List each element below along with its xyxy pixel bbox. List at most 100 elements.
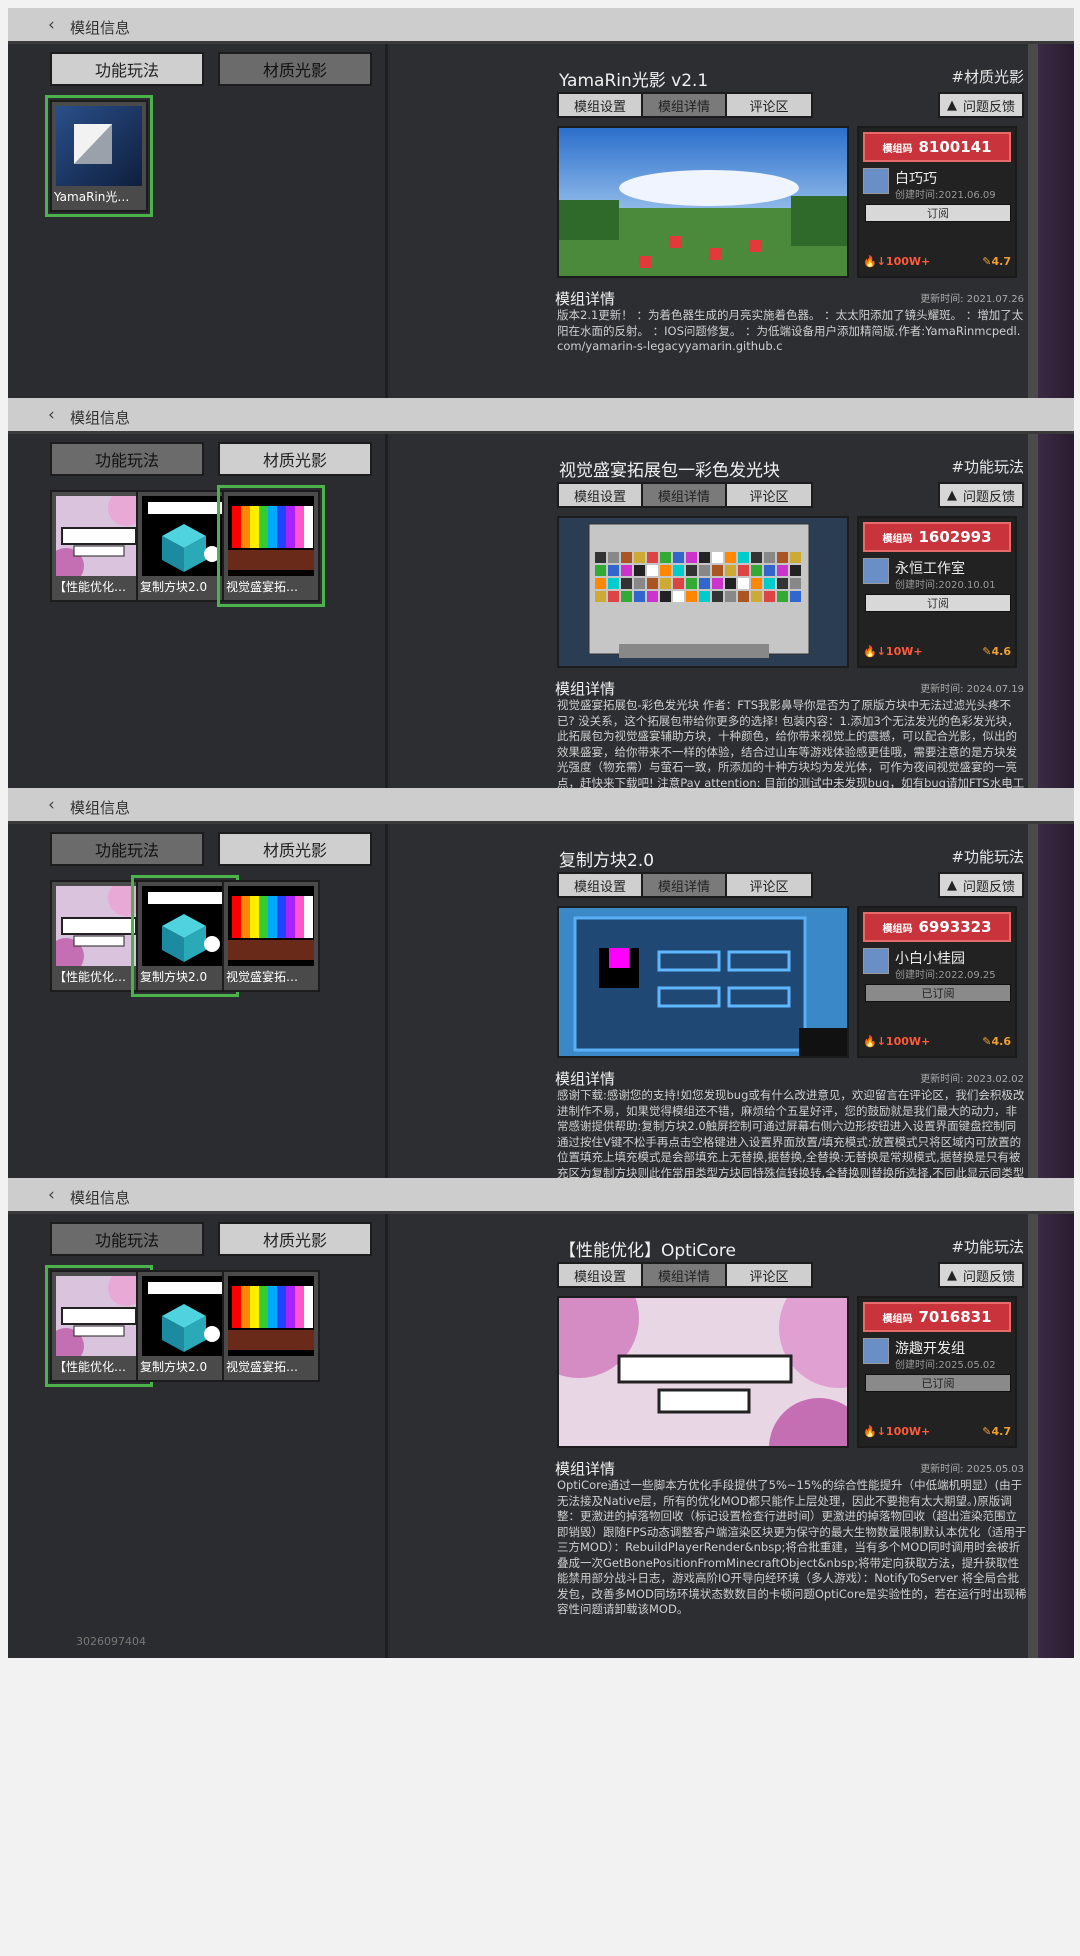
popularity-value: 100W+: [885, 1425, 931, 1438]
back-icon[interactable]: ‹: [48, 795, 55, 815]
mod-code-badge[interactable]: 模组码 6993323: [863, 912, 1011, 942]
tab-shaders[interactable]: 材质光影: [218, 1222, 372, 1256]
warning-icon: ▲: [946, 487, 957, 503]
subscribe-button[interactable]: 已订阅: [865, 1374, 1011, 1392]
popularity-value: 100W+: [885, 255, 931, 268]
author-name: 小白小桂园: [895, 951, 965, 967]
mod-card-label: 复制方块2.0: [140, 1360, 208, 1374]
warning-icon: ▲: [946, 877, 957, 893]
tab-settings[interactable]: 模组设置: [559, 484, 643, 506]
warning-icon: ▲: [946, 97, 957, 113]
mod-card[interactable]: 视觉盛宴拓…: [222, 880, 320, 992]
mod-title: YamaRin光影 v2.1: [559, 71, 709, 91]
rating-value: 4.6: [991, 1035, 1012, 1048]
mod-code: 8100141: [918, 138, 992, 156]
mod-thumbnail: [142, 496, 228, 576]
created-time: 创建时间:2022.09.25: [895, 970, 996, 981]
mod-card-label: 视觉盛宴拓…: [226, 970, 299, 984]
tab-gameplay[interactable]: 功能玩法: [50, 1222, 204, 1256]
mod-card[interactable]: 视觉盛宴拓…: [217, 485, 325, 607]
mod-thumbnail: [228, 886, 314, 966]
mod-code: 7016831: [918, 1308, 992, 1326]
tab-shaders[interactable]: 材质光影: [218, 832, 372, 866]
detail-tabs: 模组设置 模组详情 评论区: [557, 1262, 813, 1288]
mod-card[interactable]: 复制方块2.0: [136, 490, 234, 602]
updated-time: 更新时间: 2024.07.19: [920, 684, 1024, 695]
mod-card[interactable]: 视觉盛宴拓…: [222, 1270, 320, 1382]
mod-card[interactable]: 【性能优化…: [45, 1265, 153, 1387]
back-icon[interactable]: ‹: [48, 15, 55, 35]
mod-card[interactable]: 复制方块2.0: [136, 1270, 234, 1382]
tab-comments[interactable]: 评论区: [727, 1264, 811, 1286]
feedback-label: 问题反馈: [962, 1269, 1015, 1285]
tab-shaders[interactable]: 材质光影: [218, 52, 372, 86]
mod-code-badge[interactable]: 模组码 7016831: [863, 1302, 1011, 1332]
fire-icon: 🔥↓: [863, 1035, 886, 1048]
fire-icon: 🔥↓: [863, 1425, 886, 1438]
mod-category: #功能玩法: [951, 848, 1024, 866]
author-name: 白巧巧: [895, 171, 937, 187]
mod-list-pane: 功能玩法 材质光影 【性能优化… 复制方块2.0 视觉盛宴拓… 30260974…: [8, 1214, 388, 1658]
updated-time: 更新时间: 2023.02.02: [920, 1074, 1024, 1085]
mod-title: 【性能优化】OptiCore: [559, 1241, 736, 1261]
mod-detail-pane: 【性能优化】OptiCore #功能玩法 模组设置 模组详情 评论区 ▲ 问题反馈 模…: [391, 1214, 1074, 1658]
detail-heading: 模组详情: [555, 680, 616, 698]
tab-comments[interactable]: 评论区: [727, 484, 811, 506]
mod-code-badge[interactable]: 模组码 8100141: [863, 132, 1011, 162]
feedback-button[interactable]: ▲ 问题反馈: [938, 1262, 1024, 1288]
tab-details[interactable]: 模组详情: [643, 1264, 727, 1286]
tab-settings[interactable]: 模组设置: [559, 874, 643, 896]
mod-screenshot: [557, 516, 849, 668]
back-icon[interactable]: ‹: [48, 405, 55, 425]
tab-gameplay[interactable]: 功能玩法: [50, 832, 204, 866]
subscribe-button[interactable]: 订阅: [865, 204, 1011, 222]
tab-shaders[interactable]: 材质光影: [218, 442, 372, 476]
mod-card-label: 复制方块2.0: [140, 970, 208, 984]
mod-screenshot: [557, 126, 849, 278]
mod-code: 6993323: [918, 918, 992, 936]
mod-card[interactable]: 复制方块2.0: [131, 875, 239, 997]
tab-comments[interactable]: 评论区: [727, 874, 811, 896]
subscribe-button[interactable]: 订阅: [865, 594, 1011, 612]
created-time: 创建时间:2020.10.01: [895, 580, 996, 591]
rating-value: 4.7: [991, 1425, 1012, 1438]
mod-card[interactable]: YamaRin光…: [45, 95, 153, 217]
back-icon[interactable]: ‹: [48, 1185, 55, 1205]
star-icon: ✎: [982, 1035, 992, 1048]
mod-code-label: 模组码: [882, 923, 913, 935]
detail-heading: 模组详情: [555, 1460, 616, 1478]
mod-thumbnail: [56, 106, 142, 186]
created-time: 创建时间:2025.05.02: [895, 1360, 996, 1371]
fire-icon: 🔥↓: [863, 645, 886, 658]
scrollbar[interactable]: [1028, 1214, 1038, 1658]
mod-category: #功能玩法: [951, 1238, 1024, 1256]
page-title: 模组信息: [70, 409, 131, 427]
popularity-value: 10W+: [885, 645, 923, 658]
author-avatar: [863, 558, 889, 584]
tab-settings[interactable]: 模组设置: [559, 94, 643, 116]
mod-info-box: 模组码 7016831 游趣开发组 创建时间:2025.05.02 已订阅 🔥↓1…: [857, 1296, 1017, 1448]
tab-details[interactable]: 模组详情: [643, 484, 727, 506]
mod-info-box: 模组码 8100141 白巧巧 创建时间:2021.06.09 订阅 🔥↓100W…: [857, 126, 1017, 278]
tab-details[interactable]: 模组详情: [643, 874, 727, 896]
popularity: 🔥↓100W+: [863, 1425, 930, 1438]
mod-card-label: 复制方块2.0: [140, 580, 208, 594]
popularity: 🔥↓100W+: [863, 255, 930, 268]
feedback-button[interactable]: ▲ 问题反馈: [938, 482, 1024, 508]
subscribe-button[interactable]: 已订阅: [865, 984, 1011, 1002]
tab-comments[interactable]: 评论区: [727, 94, 811, 116]
mod-info-box: 模组码 1602993 永恒工作室 创建时间:2020.10.01 订阅 🔥↓10…: [857, 516, 1017, 668]
tab-gameplay[interactable]: 功能玩法: [50, 442, 204, 476]
feedback-button[interactable]: ▲ 问题反馈: [938, 872, 1024, 898]
mod-card[interactable]: 【性能优化…: [50, 490, 148, 602]
mod-card-label: 【性能优化…: [54, 970, 127, 984]
tab-details[interactable]: 模组详情: [643, 94, 727, 116]
detail-tabs: 模组设置 模组详情 评论区: [557, 92, 813, 118]
feedback-button[interactable]: ▲ 问题反馈: [938, 92, 1024, 118]
tab-settings[interactable]: 模组设置: [559, 1264, 643, 1286]
mod-card[interactable]: 【性能优化…: [50, 880, 148, 992]
popularity-value: 100W+: [885, 1035, 931, 1048]
mod-code-badge[interactable]: 模组码 1602993: [863, 522, 1011, 552]
star-icon: ✎: [982, 255, 992, 268]
tab-gameplay[interactable]: 功能玩法: [50, 52, 204, 86]
